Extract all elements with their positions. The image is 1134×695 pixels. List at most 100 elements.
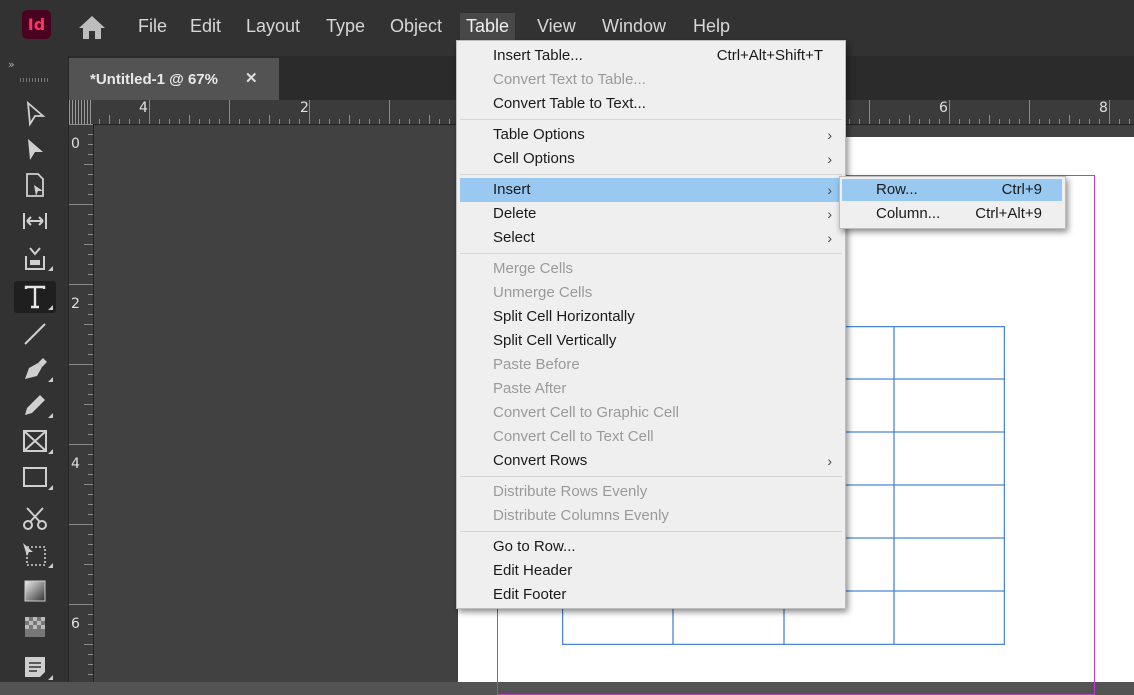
gradient-feather-icon <box>25 617 45 637</box>
ruler-tick <box>919 119 920 124</box>
ruler-tick <box>88 184 93 185</box>
scissors-tool[interactable] <box>14 503 56 535</box>
ruler-tick <box>88 314 93 315</box>
menu-split-cell-horizontally[interactable]: Split Cell Horizontally <box>460 305 842 329</box>
ruler-tick <box>88 264 93 265</box>
ruler-tick <box>949 100 950 124</box>
ruler-tick <box>88 274 93 275</box>
collapse-panel-button[interactable]: » <box>8 58 15 71</box>
ruler-tick <box>329 119 330 124</box>
ruler-tick <box>1069 115 1070 124</box>
menu-cell-options[interactable]: Cell Options › <box>460 147 842 171</box>
menu-convert-rows[interactable]: Convert Rows › <box>460 449 842 473</box>
submenu-insert-row[interactable]: Row... Ctrl+9 <box>842 179 1062 201</box>
ruler-tick <box>88 154 93 155</box>
page-tool[interactable] <box>14 169 56 201</box>
gradient-swatch-tool[interactable] <box>14 575 56 607</box>
ruler-tick <box>88 344 93 345</box>
menu-go-to-row[interactable]: Go to Row... <box>460 535 842 559</box>
ruler-tick <box>88 634 93 635</box>
menu-object[interactable]: Object <box>384 13 448 40</box>
ruler-tick <box>84 164 93 165</box>
menu-separator <box>460 119 842 120</box>
type-icon <box>24 285 46 309</box>
ruler-origin[interactable] <box>69 100 93 124</box>
note-icon <box>25 657 45 677</box>
ruler-tick <box>88 664 93 665</box>
menu-view[interactable]: View <box>531 13 582 40</box>
menu-select[interactable]: Select › <box>460 226 842 250</box>
ruler-tick <box>309 100 310 124</box>
line-tool[interactable] <box>14 318 56 350</box>
menu-convert-table-to-text[interactable]: Convert Table to Text... <box>460 92 842 116</box>
ruler-tick <box>129 119 130 124</box>
ruler-tick <box>88 474 93 475</box>
menu-window[interactable]: Window <box>596 13 672 40</box>
ruler-tick <box>88 414 93 415</box>
ruler-tick <box>88 624 93 625</box>
chevron-right-icon: › <box>827 453 832 469</box>
ruler-tick <box>969 119 970 124</box>
menu-separator <box>460 174 842 175</box>
gap-tool[interactable] <box>14 205 56 237</box>
home-icon[interactable] <box>76 13 108 41</box>
rectangle-frame-tool[interactable] <box>14 425 56 457</box>
menu-delete[interactable]: Delete › <box>460 202 842 226</box>
menu-separator <box>460 476 842 477</box>
gradient-feather-tool[interactable] <box>14 611 56 643</box>
free-transform-icon <box>23 543 46 566</box>
ruler-tick <box>69 124 93 125</box>
menu-file[interactable]: File <box>132 13 173 40</box>
chevron-right-icon: › <box>827 230 832 246</box>
ruler-tick <box>69 444 93 445</box>
selection-tool[interactable] <box>14 98 56 130</box>
ruler-tick <box>849 119 850 124</box>
ruler-tick <box>159 119 160 124</box>
submenu-insert-column[interactable]: Column... Ctrl+Alt+9 <box>842 203 1062 225</box>
menu-distribute-rows-evenly: Distribute Rows Evenly <box>493 483 648 500</box>
ruler-tick <box>1109 100 1110 124</box>
note-tool[interactable] <box>14 651 56 683</box>
menu-insert[interactable]: Insert › <box>460 178 842 202</box>
menu-type[interactable]: Type <box>320 13 371 40</box>
rectangle-tool[interactable] <box>14 461 56 493</box>
gradient-icon <box>24 580 46 602</box>
menu-edit-footer[interactable]: Edit Footer <box>460 583 842 607</box>
pen-tool[interactable] <box>14 353 56 385</box>
content-collector-tool[interactable] <box>14 242 56 274</box>
ruler-tick <box>979 119 980 124</box>
menu-distribute-columns-evenly: Distribute Columns Evenly <box>493 507 669 524</box>
direct-selection-tool[interactable] <box>14 134 56 166</box>
type-tool[interactable] <box>14 281 56 313</box>
content-collector-icon <box>25 247 45 270</box>
close-icon[interactable]: ✕ <box>245 69 258 87</box>
menu-insert-table[interactable]: Insert Table... Ctrl+Alt+Shift+T <box>460 44 842 68</box>
menu-split-cell-vertically[interactable]: Split Cell Vertically <box>460 329 842 353</box>
page-icon <box>26 173 44 197</box>
ruler-tick <box>69 364 93 365</box>
ruler-label: 6 <box>939 100 948 116</box>
ruler-tick <box>88 544 93 545</box>
ruler-tick <box>84 244 93 245</box>
panel-grip[interactable] <box>20 78 48 82</box>
ruler-tick <box>1059 119 1060 124</box>
ruler-tick <box>109 115 110 124</box>
menu-edit-header[interactable]: Edit Header <box>460 559 842 583</box>
chevron-right-icon: › <box>827 182 832 198</box>
tools-panel: » <box>0 56 69 682</box>
menu-edit[interactable]: Edit <box>184 13 227 40</box>
free-transform-tool[interactable] <box>14 539 56 571</box>
document-tab[interactable]: *Untitled-1 @ 67% ✕ <box>69 58 279 100</box>
ruler-tick <box>1079 119 1080 124</box>
ruler-tick <box>88 424 93 425</box>
ruler-tick <box>88 304 93 305</box>
ruler-tick <box>419 119 420 124</box>
menu-help[interactable]: Help <box>687 13 736 40</box>
ruler-tick <box>1019 119 1020 124</box>
pencil-tool[interactable] <box>14 389 56 421</box>
ruler-tick <box>1119 119 1120 124</box>
menu-table[interactable]: Table <box>460 13 516 40</box>
menu-layout[interactable]: Layout <box>240 13 306 40</box>
menu-table-options[interactable]: Table Options › <box>460 123 842 147</box>
vertical-ruler[interactable]: 0 2 4 6 <box>69 124 94 682</box>
